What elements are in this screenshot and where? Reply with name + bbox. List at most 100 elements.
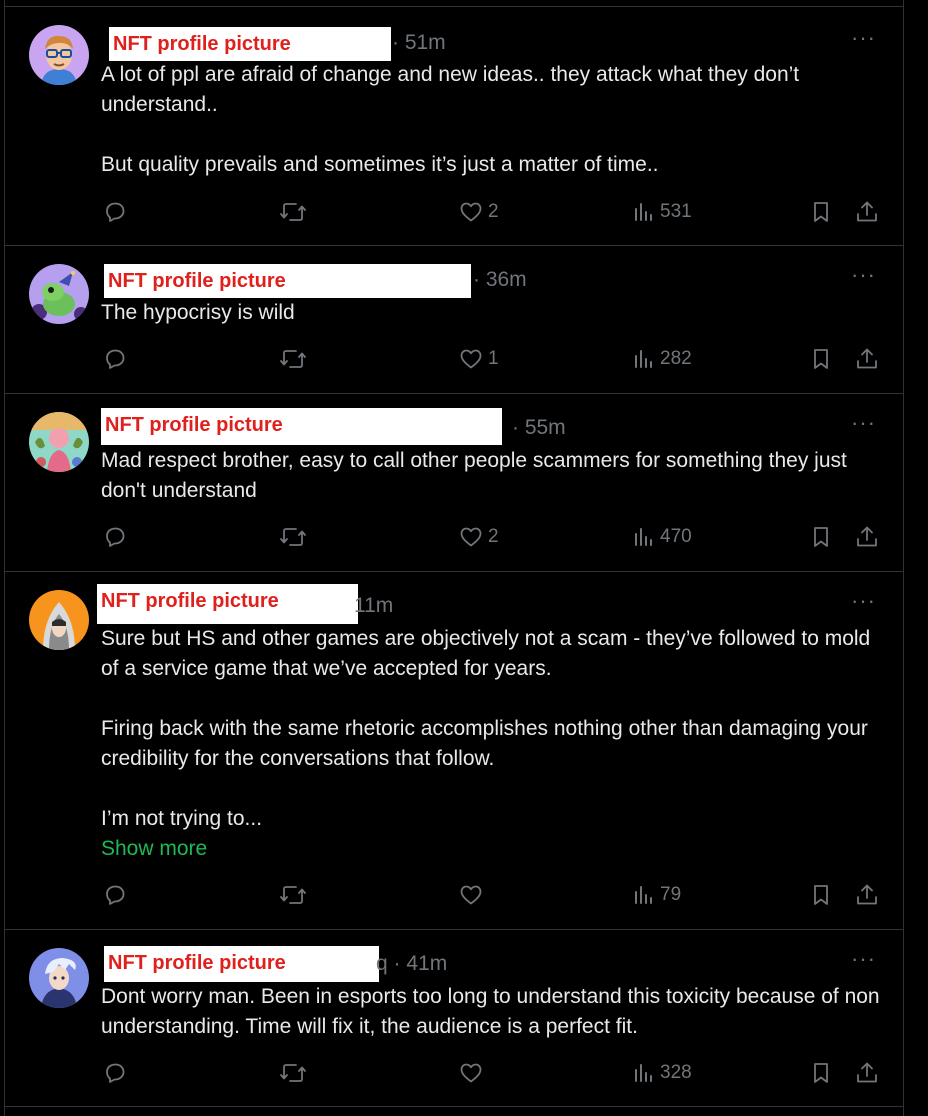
repost-icon	[280, 528, 306, 546]
repost-button[interactable]	[278, 197, 308, 227]
post-body: A lot of ppl are afraid of change and ne…	[101, 60, 891, 180]
reply-icon	[106, 885, 125, 905]
share-button[interactable]	[854, 1058, 880, 1088]
share-button[interactable]	[854, 522, 880, 552]
reply-button[interactable]	[103, 197, 127, 227]
reply-button[interactable]	[103, 1058, 127, 1088]
share-button[interactable]	[854, 344, 880, 374]
post-paragraph: A lot of ppl are afraid of change and ne…	[101, 63, 800, 116]
reply-button[interactable]	[103, 880, 127, 910]
view-count: 79	[660, 884, 682, 905]
post-timestamp[interactable]: · 55m	[512, 416, 566, 440]
like-button[interactable]	[459, 880, 488, 910]
views-button[interactable]: 282	[633, 344, 692, 374]
more-icon[interactable]: ···	[851, 264, 876, 286]
avatar[interactable]	[29, 264, 89, 324]
reply-icon	[106, 202, 125, 222]
post[interactable]: NFT profile picture · 55m ··· Mad respec…	[5, 394, 903, 572]
heart-icon	[460, 349, 482, 369]
views-icon	[635, 886, 652, 904]
post-paragraph: Sure but HS and other games are objectiv…	[101, 627, 871, 680]
more-icon[interactable]: ···	[851, 412, 876, 434]
avatar[interactable]	[29, 590, 89, 650]
repost-icon	[280, 203, 306, 221]
like-button[interactable]: 2	[459, 197, 499, 227]
post-paragraph: Firing back with the same rhetoric accom…	[101, 717, 868, 770]
post-paragraph: Dont worry man. Been in esports too long…	[101, 985, 880, 1038]
avatar[interactable]	[29, 948, 89, 1008]
action-bar: 79	[5, 880, 903, 910]
avatar[interactable]	[29, 25, 89, 85]
action-bar: 1 282	[5, 344, 903, 374]
bookmark-button[interactable]	[809, 522, 833, 552]
bookmark-button[interactable]	[809, 880, 833, 910]
view-count: 531	[660, 201, 692, 222]
views-button[interactable]: 328	[633, 1058, 692, 1088]
post-paragraph: But quality prevails and sometimes it’s …	[101, 153, 659, 176]
more-icon[interactable]: ···	[851, 590, 876, 612]
bookmark-icon	[814, 885, 828, 905]
display-name-overlay: NFT profile picture	[104, 264, 471, 298]
share-icon	[857, 526, 877, 547]
post[interactable]: NFT profile picture q · 41m ··· Dont wor…	[5, 930, 903, 1107]
avatar[interactable]	[29, 412, 89, 472]
display-name-overlay: NFT profile picture	[104, 946, 379, 982]
more-icon[interactable]: ···	[851, 27, 876, 49]
post-timestamp[interactable]: · 36m	[473, 268, 527, 292]
display-name-overlay-text: NFT profile picture	[113, 33, 291, 55]
more-icon[interactable]: ···	[851, 948, 876, 970]
views-button[interactable]: 79	[633, 880, 681, 910]
post-paragraph: The hypocrisy is wild	[101, 301, 295, 324]
post-timestamp[interactable]: q · 41m	[376, 952, 447, 976]
post-body: The hypocrisy is wild	[101, 298, 891, 328]
like-count: 2	[488, 201, 499, 222]
post-paragraph: Mad respect brother, easy to call other …	[101, 449, 847, 502]
repost-button[interactable]	[278, 344, 308, 374]
views-button[interactable]: 470	[633, 522, 692, 552]
reply-button[interactable]	[103, 344, 127, 374]
post-paragraph: I’m not trying to...	[101, 807, 263, 830]
reply-icon	[106, 527, 125, 547]
repost-button[interactable]	[278, 522, 308, 552]
post-body: Dont worry man. Been in esports too long…	[101, 982, 891, 1042]
bookmark-button[interactable]	[809, 197, 833, 227]
heart-icon	[460, 885, 482, 905]
bookmark-icon	[814, 349, 828, 369]
views-button[interactable]: 531	[633, 197, 692, 227]
reply-icon	[106, 349, 125, 369]
bookmark-button[interactable]	[809, 344, 833, 374]
display-name-overlay-text: NFT profile picture	[105, 414, 283, 436]
repost-icon	[280, 886, 306, 904]
views-icon	[635, 203, 652, 221]
share-button[interactable]	[854, 197, 880, 227]
views-icon	[635, 350, 652, 368]
repost-button[interactable]	[278, 1058, 308, 1088]
repost-icon	[280, 350, 306, 368]
action-bar: 2 470	[5, 522, 903, 552]
post[interactable]: NFT profile picture 11m ··· Sure but HS …	[5, 572, 903, 930]
share-button[interactable]	[854, 880, 880, 910]
views-icon	[635, 1064, 652, 1082]
post-timestamp[interactable]: · 51m	[392, 31, 446, 55]
like-button[interactable]: 2	[459, 522, 499, 552]
repost-button[interactable]	[278, 880, 308, 910]
display-name-overlay: NFT profile picture	[109, 27, 391, 61]
reply-button[interactable]	[103, 522, 127, 552]
post[interactable]: NFT profile picture · 51m ··· A lot of p…	[5, 7, 903, 246]
like-button[interactable]	[459, 1058, 488, 1088]
share-icon	[857, 884, 877, 905]
like-count: 2	[488, 526, 499, 547]
reply-icon	[106, 1063, 125, 1083]
views-icon	[635, 528, 652, 546]
bookmark-icon	[814, 202, 828, 222]
heart-icon	[460, 202, 482, 222]
bookmark-button[interactable]	[809, 1058, 833, 1088]
display-name-overlay: NFT profile picture	[97, 584, 358, 624]
display-name-overlay-text: NFT profile picture	[108, 952, 286, 974]
display-name-overlay-text: NFT profile picture	[101, 590, 279, 612]
post[interactable]: NFT profile picture · 36m ··· The hypocr…	[5, 246, 903, 394]
post-body: Sure but HS and other games are objectiv…	[101, 624, 891, 864]
post-timestamp[interactable]: 11m	[354, 594, 393, 618]
show-more-link[interactable]: Show more	[101, 834, 891, 864]
like-button[interactable]: 1	[459, 344, 499, 374]
